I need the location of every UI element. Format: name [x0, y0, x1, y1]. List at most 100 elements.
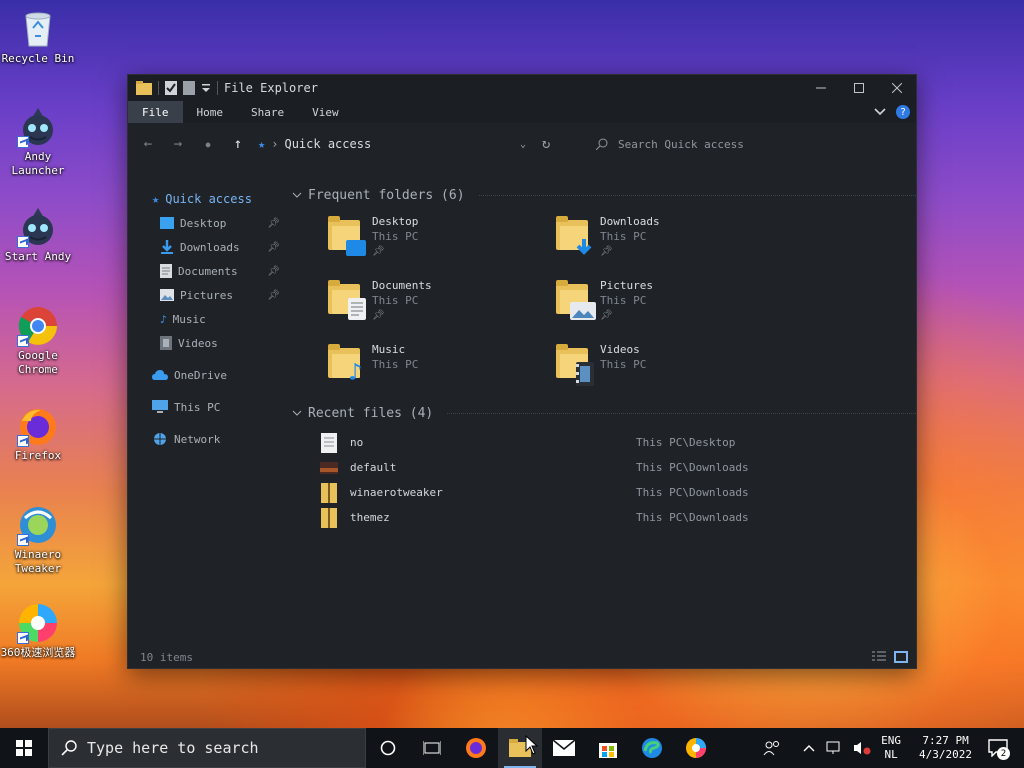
minimize-button[interactable] — [802, 75, 840, 101]
input-language-indicator[interactable]: ENG NL — [881, 734, 901, 762]
group-header-recent-files[interactable]: Recent files (4) — [292, 402, 916, 424]
pin-icon: 📌︎ — [600, 310, 613, 321]
desktop-icon-recycle-bin[interactable]: Recycle Bin — [0, 8, 76, 66]
list-item[interactable]: themez This PC\Downloads — [320, 505, 916, 530]
minimize-icon — [816, 87, 826, 89]
taskbar-store[interactable] — [586, 728, 630, 768]
group-header-frequent-folders[interactable]: Frequent folders (6) — [292, 184, 916, 206]
chevron-up-icon[interactable] — [803, 744, 815, 752]
desktop-icon-label: Start Andy — [4, 250, 72, 263]
winaero-icon — [17, 504, 59, 546]
back-button[interactable]: ← — [138, 136, 158, 152]
sidebar-item-quick-access[interactable]: ★ Quick access — [128, 187, 288, 211]
mail-icon — [553, 740, 575, 756]
desktop-icon-google-chrome[interactable]: Google Chrome — [0, 305, 76, 377]
sidebar-item-pictures[interactable]: Pictures 📌︎ — [128, 283, 288, 307]
keyboard-layout: NL — [884, 748, 898, 761]
desktop-icon-360-browser[interactable]: 360极速浏览器 — [0, 602, 76, 660]
tab-share[interactable]: Share — [237, 101, 298, 123]
recent-files-list: no This PC\Desktop default This PC\Downl… — [292, 424, 916, 530]
taskbar-360-browser[interactable] — [674, 728, 718, 768]
sidebar-item-onedrive[interactable]: OneDrive — [128, 363, 288, 387]
cortana-button[interactable] — [366, 728, 410, 768]
folder-location: This PC — [372, 358, 419, 371]
close-button[interactable] — [878, 75, 916, 101]
edge-icon — [642, 738, 662, 758]
search-input[interactable]: Search Quick access — [618, 138, 744, 151]
sidebar-item-documents[interactable]: Documents 📌︎ — [128, 259, 288, 283]
list-item[interactable]: default This PC\Downloads — [320, 455, 916, 480]
up-button[interactable]: ↑ — [228, 136, 248, 152]
expand-ribbon-icon[interactable] — [874, 108, 886, 116]
action-center-button[interactable]: 2 — [982, 728, 1014, 768]
refresh-button[interactable]: ↻ — [536, 136, 556, 152]
sidebar-item-label: Music — [172, 312, 206, 326]
tab-view[interactable]: View — [298, 101, 353, 123]
folder-tile-pictures[interactable]: Pictures This PC 📌︎ — [554, 278, 782, 330]
downloads-folder-icon — [554, 214, 592, 256]
taskbar-mail[interactable] — [542, 728, 586, 768]
shortcut-arrow-icon — [17, 136, 29, 148]
folder-location: This PC — [372, 294, 419, 307]
sidebar-item-downloads[interactable]: Downloads 📌︎ — [128, 235, 288, 259]
music-folder-icon: ♪ — [326, 342, 364, 384]
desktop-icon-firefox[interactable]: Firefox — [0, 405, 76, 463]
text-file-icon — [321, 432, 337, 453]
folder-tile-music[interactable]: ♪ Music This PC — [326, 342, 554, 394]
sidebar-item-network[interactable]: Network — [128, 427, 288, 451]
clock[interactable]: 7:27 PM 4/3/2022 — [919, 734, 972, 762]
andy-icon — [17, 106, 59, 148]
image-file-icon — [320, 461, 338, 474]
taskbar-search-box[interactable]: Type here to search — [48, 728, 366, 768]
folder-location: This PC — [600, 230, 647, 243]
videos-icon — [160, 336, 172, 350]
recent-locations-button[interactable]: ● — [198, 140, 218, 149]
task-view-button[interactable] — [410, 728, 454, 768]
large-icons-view-icon[interactable] — [894, 651, 908, 663]
list-item[interactable]: winaerotweaker This PC\Downloads — [320, 480, 916, 505]
folder-location: This PC — [600, 294, 647, 307]
list-item[interactable]: no This PC\Desktop — [320, 430, 916, 455]
tab-file[interactable]: File — [128, 101, 183, 123]
title-bar[interactable]: File Explorer — [128, 75, 916, 101]
desktop-icon-label: Winaero Tweaker — [14, 548, 62, 575]
desktop-folder-icon — [326, 214, 366, 256]
folder-location: This PC — [372, 230, 419, 243]
volume-muted-icon[interactable] — [853, 740, 871, 756]
folder-icon — [136, 81, 152, 95]
desktop-icon-winaero-tweaker[interactable]: Winaero Tweaker — [0, 504, 76, 576]
address-bar[interactable]: ★ › Quick access — [258, 137, 510, 151]
properties-icon[interactable] — [165, 81, 177, 95]
sidebar-item-videos[interactable]: Videos — [128, 331, 288, 355]
search-box[interactable]: Search Quick access — [596, 138, 744, 151]
close-icon — [892, 83, 902, 93]
sidebar-item-this-pc[interactable]: This PC — [128, 395, 288, 419]
folder-tile-downloads[interactable]: Downloads This PC 📌︎ — [554, 214, 782, 266]
group-title: Recent files (4) — [308, 405, 434, 421]
taskbar-edge[interactable] — [630, 728, 674, 768]
ribbon-tabs: File Home Share View ? — [128, 101, 916, 123]
new-folder-icon[interactable] — [183, 81, 195, 95]
sidebar-item-desktop[interactable]: Desktop 📌︎ — [128, 211, 288, 235]
details-view-icon[interactable] — [872, 651, 886, 663]
document-icon — [160, 264, 172, 278]
desktop-icon-andy-launcher[interactable]: Andy Launcher — [0, 106, 76, 178]
start-button[interactable] — [0, 728, 48, 768]
help-icon[interactable]: ? — [896, 105, 910, 119]
tab-home[interactable]: Home — [183, 101, 238, 123]
maximize-button[interactable] — [840, 75, 878, 101]
address-dropdown-button[interactable]: ⌄ — [520, 139, 526, 150]
sidebar-item-music[interactable]: ♪ Music — [128, 307, 288, 331]
network-status-icon[interactable] — [825, 740, 843, 756]
people-icon[interactable] — [763, 740, 781, 756]
customize-toolbar-icon[interactable] — [201, 81, 211, 95]
sidebar-item-label: Videos — [178, 336, 218, 350]
folder-tile-videos[interactable]: Videos This PC — [554, 342, 782, 394]
desktop-icon-start-andy[interactable]: Start Andy — [0, 206, 76, 264]
desktop-icon — [160, 217, 174, 229]
task-view-icon — [423, 741, 441, 755]
folder-tile-desktop[interactable]: Desktop This PC 📌︎ — [326, 214, 554, 266]
forward-button[interactable]: → — [168, 136, 188, 152]
folder-tile-documents[interactable]: Documents This PC 📌︎ — [326, 278, 554, 330]
taskbar-firefox[interactable] — [454, 728, 498, 768]
